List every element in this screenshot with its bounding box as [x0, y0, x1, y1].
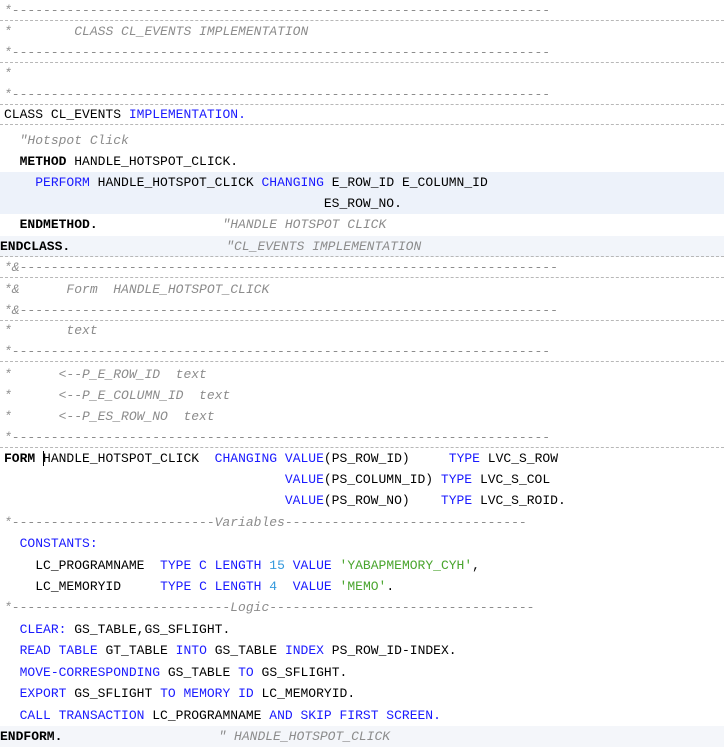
- keyword-endmethod: ENDMETHOD.: [19, 217, 98, 232]
- comment-class-title: * CLASS CL_EVENTS IMPLEMENTATION: [4, 24, 309, 39]
- comment-param-line: * <--P_E_ROW_ID text: [4, 367, 207, 382]
- class-name: CL_EVENTS: [50, 107, 122, 122]
- endform-line[interactable]: ENDFORM. " HANDLE_HOTSPOT_CLICK: [0, 726, 724, 748]
- keyword-method: METHOD: [19, 154, 67, 169]
- keyword-changing: CHANGING: [214, 451, 278, 466]
- method-line[interactable]: METHOD HANDLE_HOTSPOT_CLICK.: [0, 151, 724, 172]
- comment-dash-line: *---------------------------------------…: [0, 0, 724, 22]
- comment-param-line: * <--P_E_COLUMN_ID text: [4, 388, 231, 403]
- keyword-form: FORM: [4, 451, 36, 466]
- comment-star-line: *: [4, 66, 12, 81]
- endmethod-line[interactable]: ENDMETHOD. "HANDLE HOTSPOT CLICK: [0, 214, 724, 235]
- export-statement[interactable]: EXPORT GS_SFLIGHT TO MEMORY ID LC_MEMORY…: [0, 683, 724, 704]
- call-transaction-statement[interactable]: CALL TRANSACTION LC_PROGRAMNAME AND SKIP…: [0, 705, 724, 726]
- keyword-changing: CHANGING: [261, 175, 324, 190]
- keyword-perform: PERFORM: [35, 175, 90, 190]
- comment-dash-line: *---------------------------------------…: [0, 42, 724, 64]
- comment-form-title: *& Form HANDLE_HOTSPOT_CLICK: [4, 282, 270, 297]
- comment-text-line: * text: [4, 323, 98, 338]
- form-param-line[interactable]: VALUE(PS_ROW_NO) TYPE LVC_S_ROID.: [0, 490, 724, 511]
- comment-dash-line: *---------------------------------------…: [0, 84, 724, 106]
- move-corresponding-statement[interactable]: MOVE-CORRESPONDING GS_TABLE TO GS_SFLIGH…: [0, 662, 724, 683]
- perform-continuation-line[interactable]: ES_ROW_NO.: [0, 193, 724, 215]
- comment-logic-separator: *----------------------------Logic------…: [4, 600, 535, 615]
- read-table-statement[interactable]: READ TABLE GT_TABLE INTO GS_TABLE INDEX …: [0, 640, 724, 661]
- keyword-class: CLASS: [4, 107, 44, 122]
- abap-code-editor[interactable]: *---------------------------------------…: [0, 0, 724, 750]
- form-definition-line[interactable]: FORM HANDLE_HOTSPOT_CLICK CHANGING VALUE…: [0, 448, 724, 469]
- constants-line[interactable]: CONSTANTS:: [0, 533, 724, 554]
- comment-amp-dash-line: *&--------------------------------------…: [0, 300, 724, 322]
- endclass-line[interactable]: ENDCLASS. "CL_EVENTS IMPLEMENTATION: [0, 236, 724, 258]
- comment-dash-line: *---------------------------------------…: [0, 341, 724, 363]
- constant-definition-line[interactable]: LC_PROGRAMNAME TYPE C LENGTH 15 VALUE 'Y…: [0, 555, 724, 576]
- comment-param-line: * <--P_ES_ROW_NO text: [4, 409, 215, 424]
- form-param-line[interactable]: VALUE(PS_COLUMN_ID) TYPE LVC_S_COL: [0, 469, 724, 490]
- comment-amp-dash-line: *&--------------------------------------…: [0, 257, 724, 279]
- clear-statement[interactable]: CLEAR: GS_TABLE,GS_SFLIGHT.: [0, 619, 724, 640]
- keyword-implementation: IMPLEMENTATION.: [128, 107, 246, 122]
- keyword-endclass: ENDCLASS.: [0, 239, 71, 254]
- keyword-constants: CONSTANTS:: [19, 536, 98, 551]
- method-comment-line[interactable]: "Hotspot Click: [0, 130, 724, 151]
- comment-dash-line: *---------------------------------------…: [0, 427, 724, 449]
- perform-line[interactable]: PERFORM HANDLE_HOTSPOT_CLICK CHANGING E_…: [0, 172, 724, 194]
- keyword-endform: ENDFORM.: [0, 729, 63, 744]
- class-implementation-line[interactable]: CLASS CL_EVENTS IMPLEMENTATION.: [0, 104, 724, 126]
- method-name: HANDLE_HOTSPOT_CLICK.: [74, 154, 239, 169]
- constant-definition-line[interactable]: LC_MEMORYID TYPE C LENGTH 4 VALUE 'MEMO'…: [0, 576, 724, 597]
- form-name: HANDLE_HOTSPOT_CLICK: [43, 451, 200, 466]
- comment-variables-separator: *--------------------------Variables----…: [4, 515, 527, 530]
